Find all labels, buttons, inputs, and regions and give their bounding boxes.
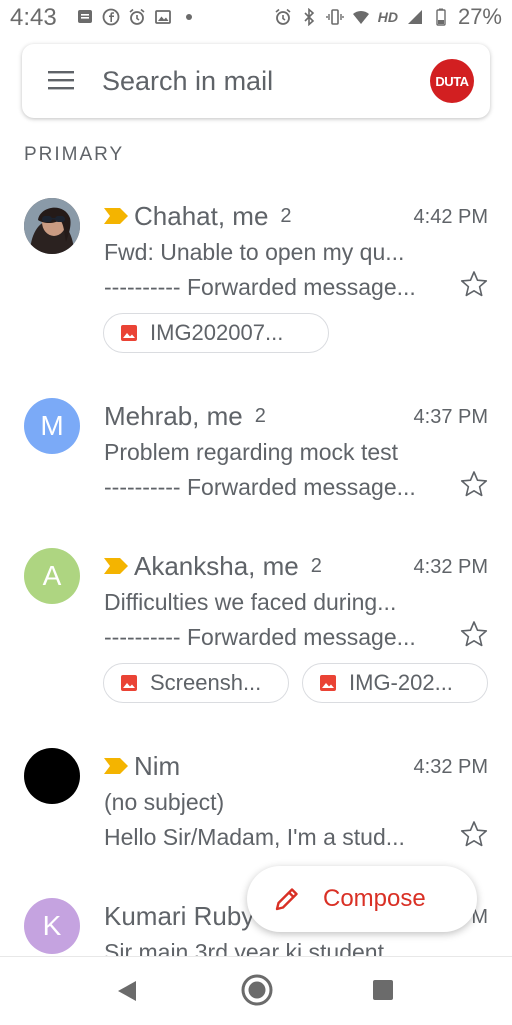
email-header: Nim bbox=[104, 750, 180, 782]
avatar-letter: A bbox=[42, 560, 62, 591]
avatar[interactable]: M bbox=[24, 398, 80, 454]
list-item[interactable]: Chahat, me 2 4:42 PM Fwd: Unable to open… bbox=[0, 196, 512, 366]
search-input[interactable]: Search in mail bbox=[102, 66, 273, 97]
snippet: Hello Sir/Madam, I'm a stud... bbox=[104, 824, 405, 850]
system-nav-bar bbox=[0, 956, 512, 1025]
sender: Kumari Ruby bbox=[104, 900, 255, 931]
thread-count: 2 bbox=[254, 404, 266, 427]
status-time: 4:43 bbox=[10, 4, 57, 31]
avatar[interactable]: A bbox=[24, 548, 80, 604]
snippet: ---------- Forwarded message... bbox=[104, 274, 416, 300]
attachment-name: IMG202007... bbox=[150, 320, 284, 345]
email-header: Mehrab, me 2 bbox=[104, 400, 266, 432]
account-avatar-label: DUTA bbox=[435, 73, 469, 89]
bluetooth-icon bbox=[304, 8, 314, 26]
home-icon[interactable] bbox=[240, 973, 274, 1007]
attachment-chip[interactable]: IMG-202... bbox=[302, 663, 488, 703]
star-icon[interactable] bbox=[460, 820, 488, 848]
image-icon bbox=[121, 325, 137, 341]
timestamp: 4:32 PM bbox=[413, 756, 488, 778]
signal-icon bbox=[407, 10, 422, 24]
avatar[interactable] bbox=[24, 198, 80, 254]
alarm-status-icon bbox=[275, 8, 291, 25]
avatar[interactable] bbox=[24, 748, 80, 804]
recents-icon[interactable] bbox=[372, 979, 394, 1001]
attachment-chip[interactable]: Screensh... bbox=[103, 663, 289, 703]
important-marker-icon[interactable] bbox=[104, 758, 128, 774]
attachment-chip[interactable]: IMG202007... bbox=[103, 313, 329, 353]
alarm-icon bbox=[129, 8, 145, 25]
email-header: Chahat, me 2 bbox=[104, 200, 292, 232]
avatar-letter: K bbox=[42, 910, 62, 941]
wifi-icon bbox=[352, 10, 369, 24]
subject: Difficulties we faced during... bbox=[104, 589, 397, 615]
star-icon[interactable] bbox=[460, 470, 488, 498]
list-item[interactable]: Nim 4:32 PM (no subject) Hello Sir/Madam… bbox=[0, 746, 512, 866]
subject: Sir main 3rd year ki student bbox=[104, 939, 384, 956]
sender: Chahat, me bbox=[134, 200, 269, 231]
facebook-icon bbox=[102, 8, 120, 26]
avatar[interactable]: K bbox=[24, 898, 80, 954]
star-icon[interactable] bbox=[460, 620, 488, 648]
compose-button[interactable]: Compose bbox=[247, 866, 477, 932]
account-avatar[interactable]: DUTA bbox=[430, 59, 474, 103]
important-marker-icon[interactable] bbox=[104, 208, 128, 224]
image-icon bbox=[121, 675, 137, 691]
pencil-icon bbox=[275, 888, 298, 911]
subject: Fwd: Unable to open my qu... bbox=[104, 239, 405, 265]
list-item[interactable]: A Akanksha, me 2 4:32 PM Difficulties we… bbox=[0, 546, 512, 716]
star-icon[interactable] bbox=[460, 270, 488, 298]
back-icon[interactable] bbox=[116, 979, 138, 1003]
timestamp: 4:42 PM bbox=[413, 206, 488, 228]
subject: (no subject) bbox=[104, 789, 225, 815]
gallery-icon bbox=[155, 10, 171, 24]
sender: Nim bbox=[134, 750, 181, 781]
status-bar: 4:43 HD 27% bbox=[0, 0, 512, 36]
timestamp: 4:32 PM bbox=[413, 556, 488, 578]
timestamp: 4:37 PM bbox=[413, 406, 488, 428]
snippet: ---------- Forwarded message... bbox=[104, 624, 416, 650]
sender: Akanksha, me bbox=[134, 550, 299, 581]
notification-icons bbox=[76, 8, 198, 26]
email-header: Akanksha, me 2 bbox=[104, 550, 322, 582]
thread-count: 2 bbox=[280, 204, 292, 227]
section-label: PRIMARY bbox=[24, 144, 125, 165]
battery-icon bbox=[436, 8, 446, 26]
subject: Problem regarding mock test bbox=[104, 439, 399, 465]
email-header: Kumari Ruby bbox=[104, 900, 254, 932]
menu-icon[interactable] bbox=[48, 70, 74, 90]
compose-label: Compose bbox=[323, 885, 426, 912]
list-item[interactable]: M Mehrab, me 2 4:37 PM Problem regarding… bbox=[0, 396, 512, 516]
important-marker-icon[interactable] bbox=[104, 558, 128, 574]
thread-count: 2 bbox=[310, 554, 322, 577]
sender: Mehrab, me bbox=[104, 400, 243, 431]
image-icon bbox=[320, 675, 336, 691]
profile-photo bbox=[24, 198, 80, 254]
search-bar[interactable]: Search in mail DUTA bbox=[22, 44, 490, 118]
system-icons: HD 27% bbox=[274, 4, 502, 30]
vibrate-icon bbox=[326, 9, 344, 25]
message-icon bbox=[78, 10, 92, 23]
battery-percent: 27% bbox=[457, 4, 502, 29]
snippet: ---------- Forwarded message... bbox=[104, 474, 416, 500]
dot-icon bbox=[186, 14, 192, 20]
attachment-name: IMG-202... bbox=[349, 670, 453, 695]
network-type: HD bbox=[377, 9, 398, 25]
attachment-name: Screensh... bbox=[150, 670, 262, 695]
avatar-letter: M bbox=[40, 410, 64, 441]
